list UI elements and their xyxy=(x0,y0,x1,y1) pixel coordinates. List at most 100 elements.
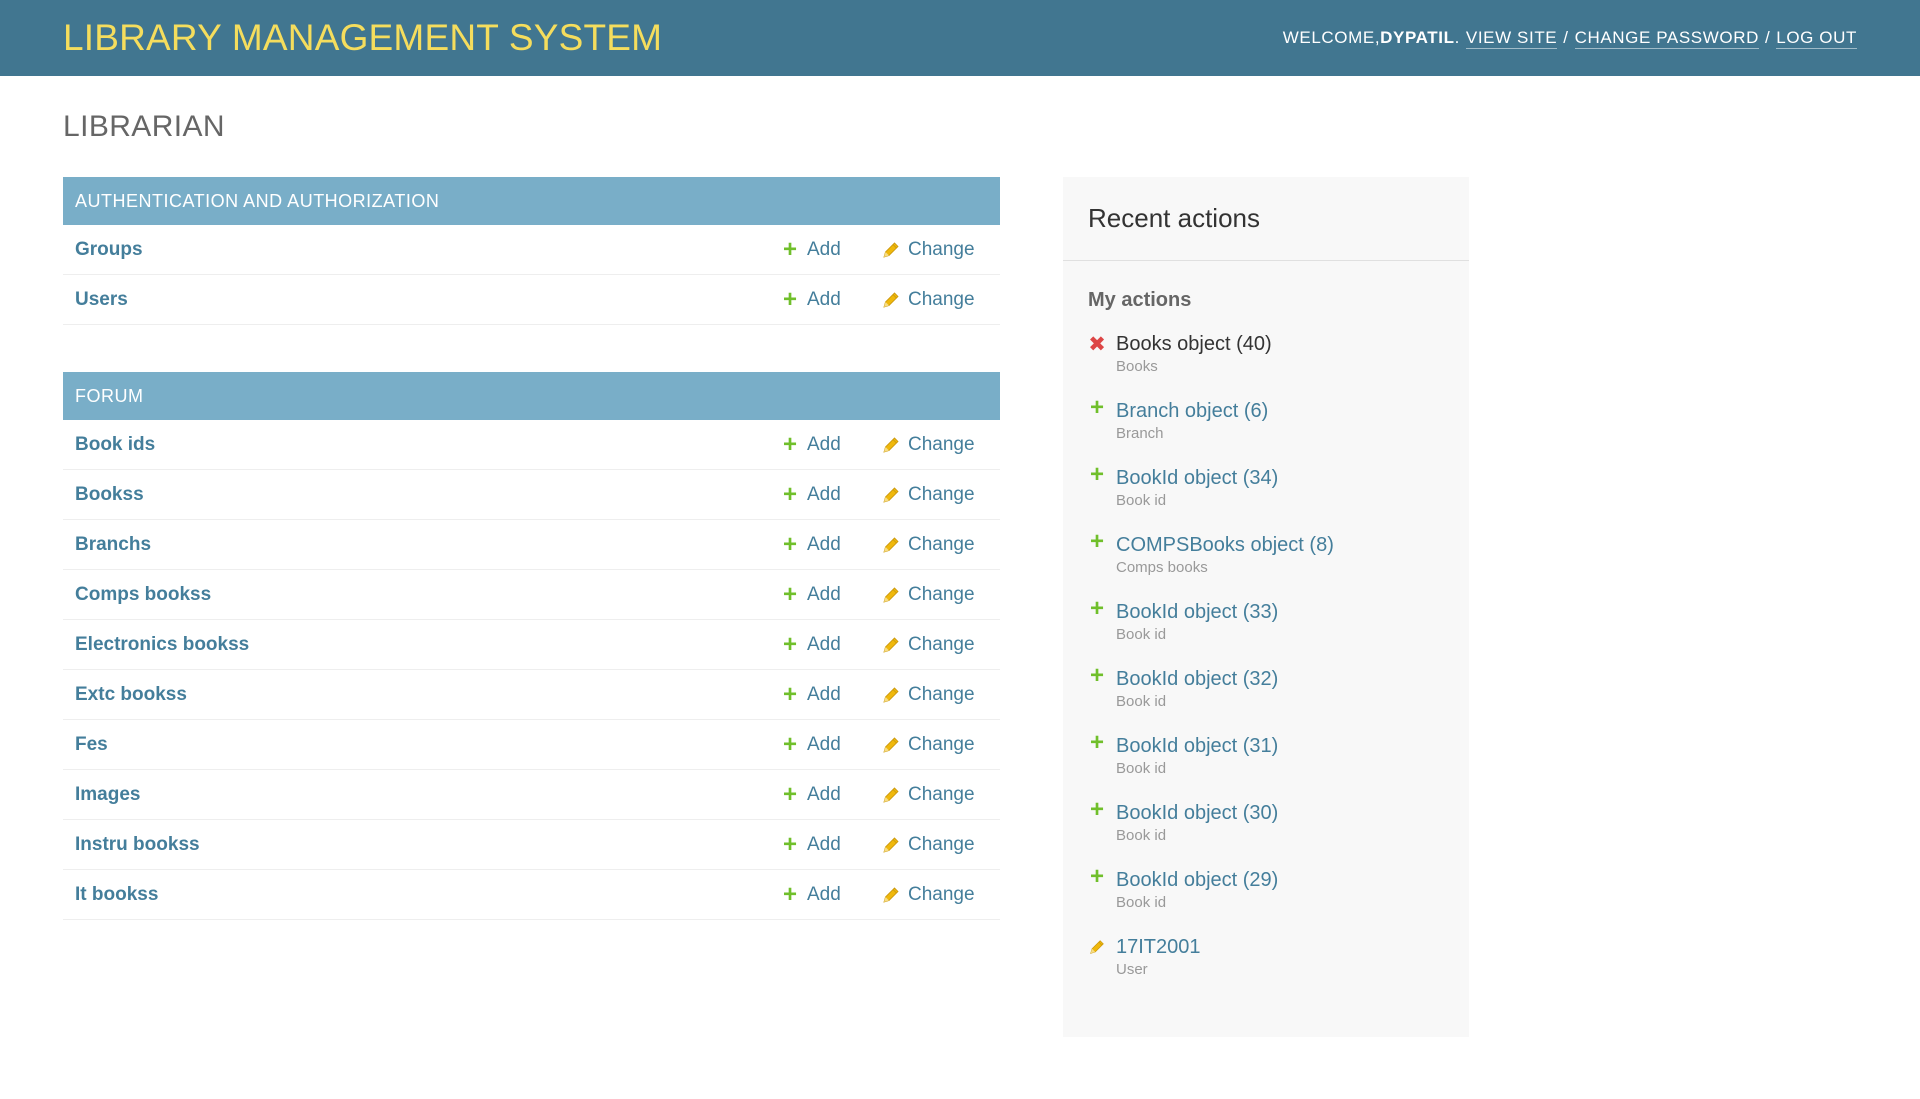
action-item: + BookId object (30) Book id xyxy=(1063,798,1469,868)
model-link[interactable]: Instru bookss xyxy=(75,834,200,856)
site-name[interactable]: LIBRARY MANAGEMENT SYSTEM xyxy=(63,17,662,59)
plus-icon: + xyxy=(783,680,798,708)
change-link[interactable]: Change xyxy=(881,289,975,311)
model-link[interactable]: Electronics bookss xyxy=(75,634,249,656)
change-label: Change xyxy=(908,783,975,805)
change-link[interactable]: Change xyxy=(881,484,975,506)
change-link[interactable]: Change xyxy=(881,434,975,456)
plus-icon: + xyxy=(783,580,798,608)
action-type: Branch xyxy=(1116,425,1164,442)
change-link[interactable]: Change xyxy=(881,239,975,261)
change-link[interactable]: Change xyxy=(881,784,975,806)
model-row: It bookss + Add Change xyxy=(63,870,1000,920)
model-link[interactable]: Groups xyxy=(75,239,143,261)
action-type: Book id xyxy=(1116,693,1167,710)
add-link[interactable]: + Add xyxy=(783,287,841,312)
action-link[interactable]: BookId object (30) xyxy=(1116,801,1469,825)
add-link[interactable]: + Add xyxy=(783,880,841,908)
plus-icon: + xyxy=(783,880,798,908)
action-link[interactable]: 17IT2001 xyxy=(1116,935,1469,959)
add-label: Add xyxy=(807,288,841,310)
add-link[interactable]: + Add xyxy=(783,782,841,807)
module-forum: FORUM Book ids + Add Change Bookss + Add Change B… xyxy=(63,372,1000,920)
add-label: Add xyxy=(807,483,841,505)
plus-icon: + xyxy=(783,730,798,758)
add-link[interactable]: + Add xyxy=(783,580,841,608)
change-link[interactable]: Change xyxy=(881,684,975,706)
add-link[interactable]: + Add xyxy=(783,632,841,657)
add-link[interactable]: + Add xyxy=(783,237,841,262)
module-caption[interactable]: AUTHENTICATION AND AUTHORIZATION xyxy=(63,177,1000,225)
module-authentication: AUTHENTICATION AND AUTHORIZATION Groups + A… xyxy=(63,177,1000,325)
change-label: Change xyxy=(908,583,975,605)
action-item: + BookId object (34) Book id xyxy=(1063,461,1469,533)
model-link[interactable]: Images xyxy=(75,784,140,806)
add-link[interactable]: + Add xyxy=(783,432,841,457)
action-link[interactable]: BookId object (33) xyxy=(1116,600,1469,624)
action-link[interactable]: Branch object (6) xyxy=(1116,399,1469,423)
model-link[interactable]: It bookss xyxy=(75,884,158,906)
action-type: Comps books xyxy=(1116,559,1208,576)
model-row: Extc bookss + Add Change xyxy=(63,670,1000,720)
model-link[interactable]: Users xyxy=(75,289,128,311)
pencil-icon xyxy=(881,635,901,655)
action-link[interactable]: BookId object (34) xyxy=(1116,466,1469,490)
model-link[interactable]: Fes xyxy=(75,734,108,756)
action-item: + BookId object (31) Book id xyxy=(1063,729,1469,801)
plus-icon: + xyxy=(1089,528,1104,555)
add-link[interactable]: + Add xyxy=(783,482,841,507)
add-label: Add xyxy=(807,833,841,855)
action-link[interactable]: COMPSBooks object (8) xyxy=(1116,533,1469,557)
delete-icon: ✖ xyxy=(1088,332,1106,356)
pencil-icon xyxy=(1088,938,1106,956)
action-link[interactable]: BookId object (31) xyxy=(1116,734,1469,758)
add-link[interactable]: + Add xyxy=(783,530,841,558)
pencil-icon xyxy=(881,835,901,855)
model-link[interactable]: Comps bookss xyxy=(75,584,211,606)
model-row: Electronics bookss + Add Change xyxy=(63,620,1000,670)
change-link[interactable]: Change xyxy=(881,534,975,556)
action-link[interactable]: BookId object (29) xyxy=(1116,868,1469,892)
change-link[interactable]: Change xyxy=(881,584,975,606)
plus-icon: + xyxy=(1089,394,1104,421)
add-link[interactable]: + Add xyxy=(783,730,841,758)
action-type: Book id xyxy=(1116,492,1167,509)
model-link[interactable]: Bookss xyxy=(75,484,144,506)
welcome-dot: . xyxy=(1454,28,1460,47)
add-label: Add xyxy=(807,433,841,455)
recent-actions-panel: Recent actions My actions ✖ Books object … xyxy=(1063,177,1469,1037)
model-row: Comps bookss + Add Change xyxy=(63,570,1000,620)
plus-icon: + xyxy=(1089,729,1104,756)
plus-icon: + xyxy=(783,530,798,558)
change-label: Change xyxy=(908,733,975,755)
change-link[interactable]: Change xyxy=(881,734,975,756)
action-item: + BookId object (33) Book id xyxy=(1063,597,1469,667)
username: DYPATIL xyxy=(1380,28,1455,47)
pencil-icon xyxy=(881,240,901,260)
change-password-link[interactable]: CHANGE PASSWORD xyxy=(1574,28,1759,49)
action-item: + BookId object (29) Book id xyxy=(1063,865,1469,935)
change-link[interactable]: Change xyxy=(881,884,975,906)
module-caption[interactable]: FORUM xyxy=(63,372,1000,420)
action-type: Book id xyxy=(1116,626,1167,643)
change-link[interactable]: Change xyxy=(881,834,975,856)
add-label: Add xyxy=(807,783,841,805)
action-item: + BookId object (32) Book id xyxy=(1063,664,1469,734)
view-site-link[interactable]: VIEW SITE xyxy=(1465,28,1558,49)
model-link[interactable]: Extc bookss xyxy=(75,684,187,706)
add-link[interactable]: + Add xyxy=(783,680,841,708)
add-link[interactable]: + Add xyxy=(783,832,841,857)
add-label: Add xyxy=(807,683,841,705)
action-link[interactable]: BookId object (32) xyxy=(1116,667,1469,691)
change-link[interactable]: Change xyxy=(881,634,975,656)
model-link[interactable]: Book ids xyxy=(75,434,155,456)
pencil-icon xyxy=(881,685,901,705)
my-actions-title: My actions xyxy=(1088,289,1192,311)
action-item: ✖ Books object (40) Books xyxy=(1063,332,1469,399)
log-out-link[interactable]: LOG OUT xyxy=(1776,28,1857,49)
model-link[interactable]: Branchs xyxy=(75,534,151,556)
plus-icon: + xyxy=(1089,461,1104,488)
pencil-icon xyxy=(881,485,901,505)
pencil-icon xyxy=(881,735,901,755)
model-row: Instru bookss + Add Change xyxy=(63,820,1000,870)
